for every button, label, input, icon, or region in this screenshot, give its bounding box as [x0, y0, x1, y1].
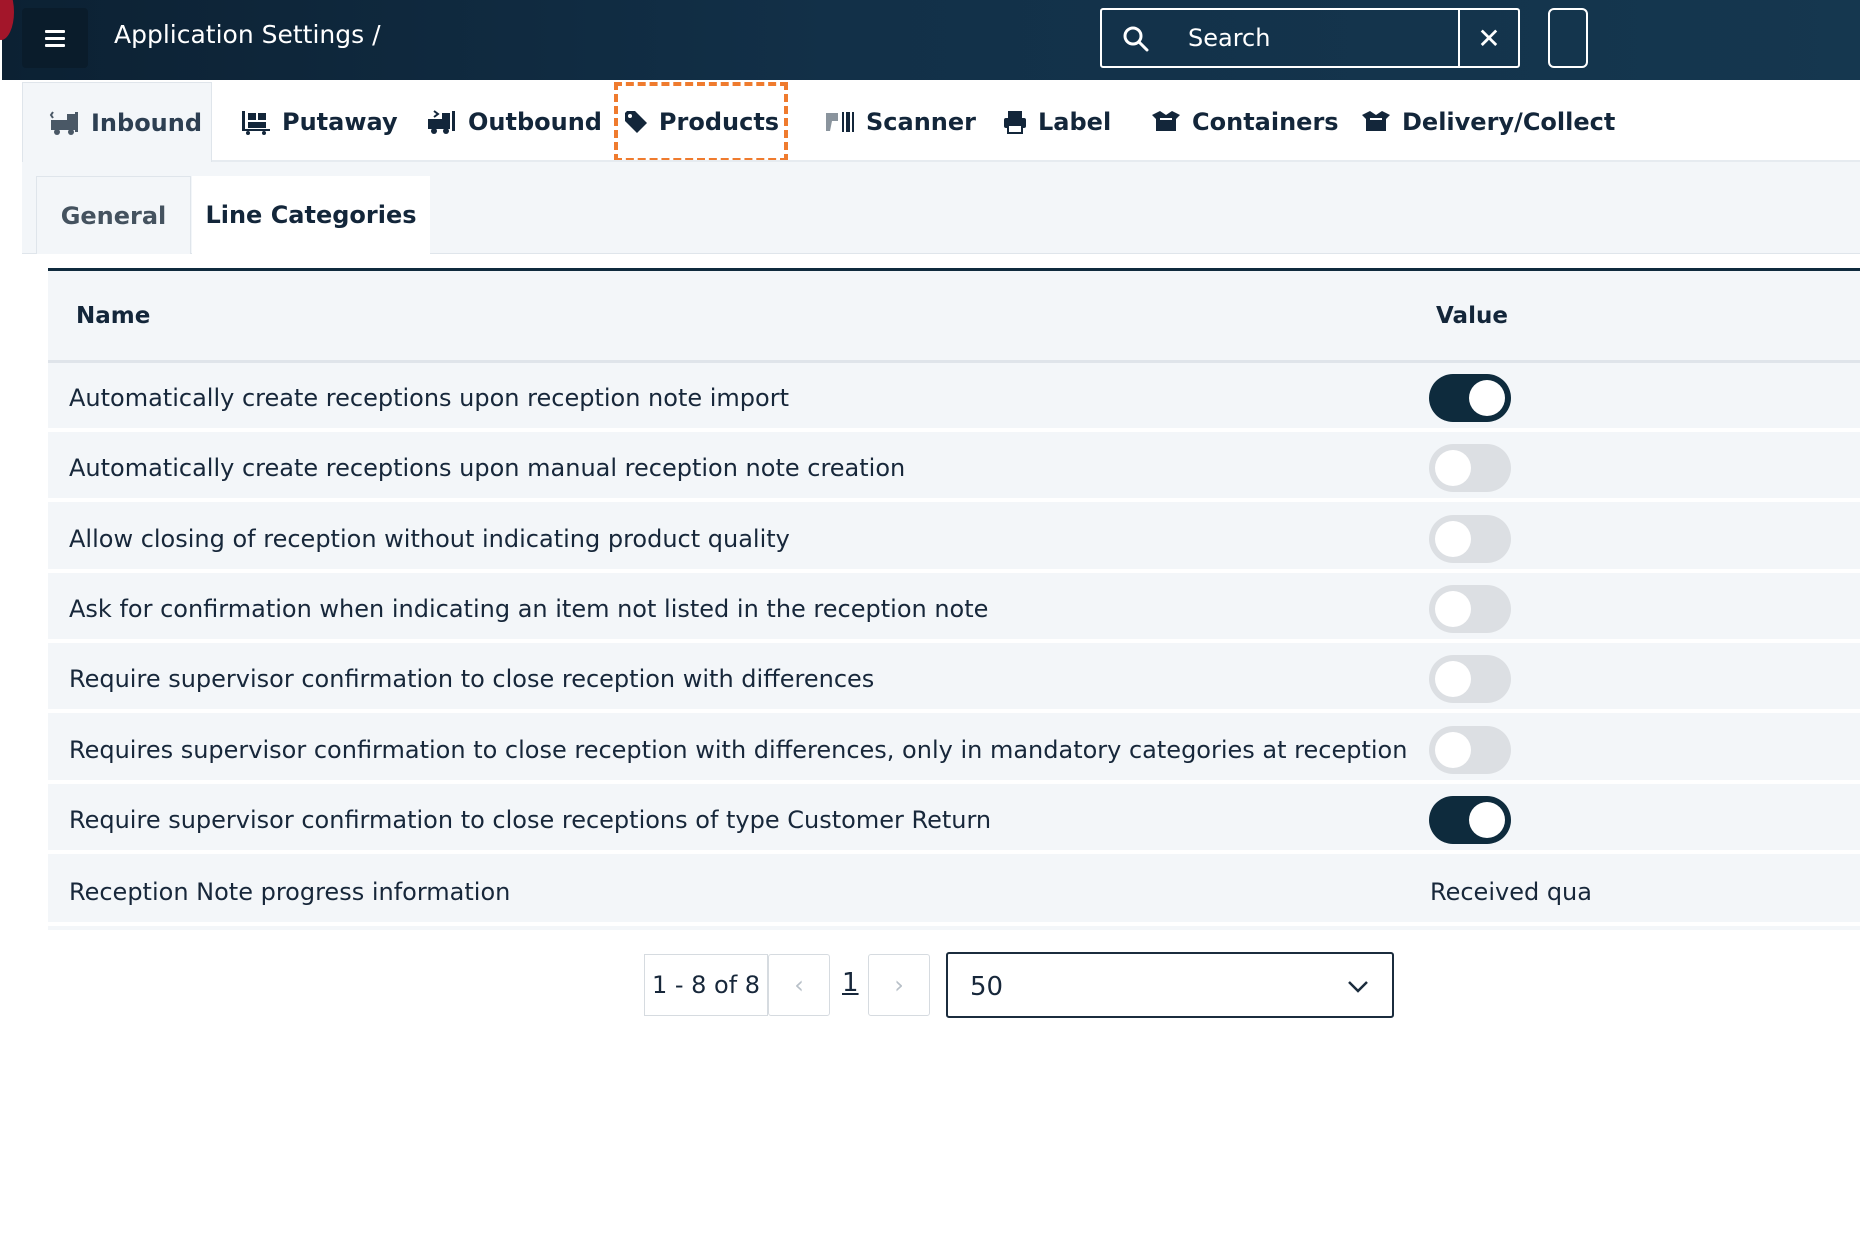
- tab-inbound[interactable]: Inbound: [22, 82, 212, 162]
- tags-icon: [624, 111, 647, 133]
- table-row: Require supervisor confirmation to close…: [48, 788, 1860, 854]
- toggle-knob: [1435, 732, 1471, 768]
- printer-icon: [1004, 111, 1026, 134]
- settings-table: Name Value Automatically create receptio…: [48, 268, 1860, 1040]
- tab-label: Putaway: [282, 108, 398, 136]
- tab-outbound[interactable]: Outbound: [426, 82, 602, 162]
- pagination: 1 - 8 of 8 ‹ 1 › 50: [48, 930, 1860, 1040]
- tab-label: Products: [658, 108, 780, 136]
- subtab-line-categories[interactable]: Line Categories: [192, 176, 430, 254]
- tab-label: Outbound: [468, 108, 602, 136]
- setting-toggle[interactable]: [1429, 374, 1511, 422]
- setting-name: Ask for confirmation when indicating an …: [69, 595, 989, 623]
- chevron-down-icon: [1348, 981, 1368, 993]
- tab-containers[interactable]: Containers: [1150, 82, 1339, 162]
- next-page-button[interactable]: ›: [868, 954, 930, 1016]
- search-box[interactable]: Search ✕: [1100, 8, 1520, 68]
- previous-page-button[interactable]: ‹: [768, 954, 830, 1016]
- tab-label: Label: [1038, 108, 1112, 136]
- close-icon: ✕: [1477, 21, 1501, 55]
- clear-search-button[interactable]: ✕: [1458, 10, 1518, 66]
- tab-putaway[interactable]: Putaway: [240, 82, 398, 162]
- setting-toggle[interactable]: [1429, 655, 1511, 703]
- setting-toggle[interactable]: [1429, 585, 1511, 633]
- sub-tabs: General Line Categories: [22, 162, 1860, 254]
- search-input[interactable]: Search: [1188, 24, 1270, 52]
- subtab-label: General: [60, 201, 167, 230]
- setting-toggle[interactable]: [1429, 444, 1511, 492]
- setting-name: Automatically create receptions upon rec…: [69, 384, 789, 412]
- header-action-button[interactable]: [1548, 8, 1588, 68]
- toggle-knob: [1469, 380, 1505, 416]
- pallet-dolly-icon: [242, 111, 270, 135]
- table-row: Automatically create receptions upon rec…: [48, 366, 1860, 432]
- notification-indicator: [0, 0, 14, 40]
- hamburger-menu-button[interactable]: [22, 8, 88, 68]
- truck-unload-icon: [49, 110, 78, 135]
- tab-label: Scanner: [866, 108, 976, 136]
- setting-name: Automatically create receptions upon man…: [69, 454, 906, 482]
- subtab-general[interactable]: General: [36, 176, 191, 254]
- setting-name: Requires supervisor confirmation to clos…: [69, 736, 1408, 764]
- open-box-icon: [1152, 111, 1180, 131]
- page-size-value: 50: [970, 972, 1004, 1002]
- top-bar: Application Settings / Search ✕: [0, 0, 1860, 80]
- toggle-knob: [1469, 802, 1505, 838]
- chevron-right-icon: ›: [894, 971, 904, 999]
- open-box-icon: [1362, 111, 1390, 131]
- tab-label-settings[interactable]: Label: [1002, 82, 1111, 162]
- toggle-knob: [1435, 521, 1471, 557]
- column-header-name[interactable]: Name: [76, 303, 150, 329]
- chevron-left-icon: ‹: [794, 971, 804, 999]
- page-title: Application Settings /: [114, 20, 381, 49]
- setting-toggle[interactable]: [1429, 796, 1511, 844]
- page-size-select[interactable]: 50: [946, 952, 1394, 1018]
- pagination-range: 1 - 8 of 8: [644, 954, 768, 1016]
- table-row: Automatically create receptions upon man…: [48, 436, 1860, 502]
- column-header-value[interactable]: Value: [1436, 303, 1508, 329]
- hamburger-icon: [45, 30, 65, 47]
- subtab-label: Line Categories: [205, 201, 417, 229]
- tab-label: Containers: [1192, 108, 1339, 136]
- tab-products[interactable]: Products: [614, 82, 788, 162]
- tab-scanner[interactable]: Scanner: [824, 82, 976, 162]
- tab-label: Delivery/Collect: [1402, 108, 1616, 136]
- setting-name: Reception Note progress information: [69, 878, 511, 906]
- setting-name: Require supervisor confirmation to close…: [69, 665, 875, 693]
- table-row: Require supervisor confirmation to close…: [48, 647, 1860, 713]
- setting-toggle[interactable]: [1429, 726, 1511, 774]
- setting-toggle[interactable]: [1429, 515, 1511, 563]
- table-row: Ask for confirmation when indicating an …: [48, 577, 1860, 643]
- truck-load-icon: [428, 110, 455, 134]
- search-icon: [1123, 26, 1149, 52]
- setting-name: Require supervisor confirmation to close…: [69, 806, 992, 834]
- main-tabs: Inbound Putaway Outbound Products Scanne…: [22, 82, 1860, 162]
- setting-value[interactable]: Received qua: [1430, 878, 1592, 906]
- table-header: Name Value: [48, 271, 1860, 363]
- tab-delivery-collect[interactable]: Delivery/Collect: [1360, 82, 1615, 162]
- toggle-knob: [1435, 661, 1471, 697]
- barcode-scanner-icon: [826, 112, 854, 132]
- page-number-link[interactable]: 1: [842, 968, 859, 998]
- tab-label: Inbound: [91, 108, 203, 137]
- setting-name: Allow closing of reception without indic…: [69, 525, 790, 553]
- toggle-knob: [1435, 591, 1471, 627]
- table-row: Reception Note progress information Rece…: [48, 860, 1860, 926]
- table-row: Requires supervisor confirmation to clos…: [48, 718, 1860, 784]
- table-row: Allow closing of reception without indic…: [48, 507, 1860, 573]
- toggle-knob: [1435, 450, 1471, 486]
